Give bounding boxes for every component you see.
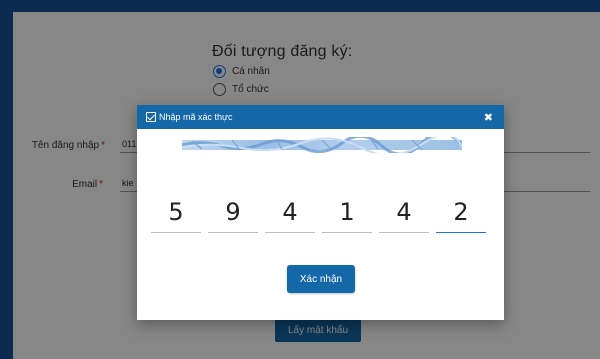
otp-digits: 5 9 4 1 4 2 [151, 191, 486, 233]
modal-header: Nhập mã xác thực ✖ [137, 105, 504, 129]
close-icon[interactable]: ✖ [482, 111, 495, 124]
otp-digit-6[interactable]: 2 [436, 191, 486, 233]
confirm-button[interactable]: Xác nhận [287, 265, 355, 293]
otp-digit-5[interactable]: 4 [379, 191, 429, 233]
modal-title: Nhập mã xác thực [159, 112, 233, 122]
otp-digit-2[interactable]: 9 [208, 191, 258, 233]
checkbox-icon [146, 112, 156, 122]
otp-digit-4[interactable]: 1 [322, 191, 372, 233]
otp-digit-3[interactable]: 4 [265, 191, 315, 233]
otp-digit-1[interactable]: 5 [151, 191, 201, 233]
verification-modal: Nhập mã xác thực ✖ 5 9 4 1 4 2 Xác nhận [137, 105, 504, 320]
captcha-image [182, 137, 462, 153]
